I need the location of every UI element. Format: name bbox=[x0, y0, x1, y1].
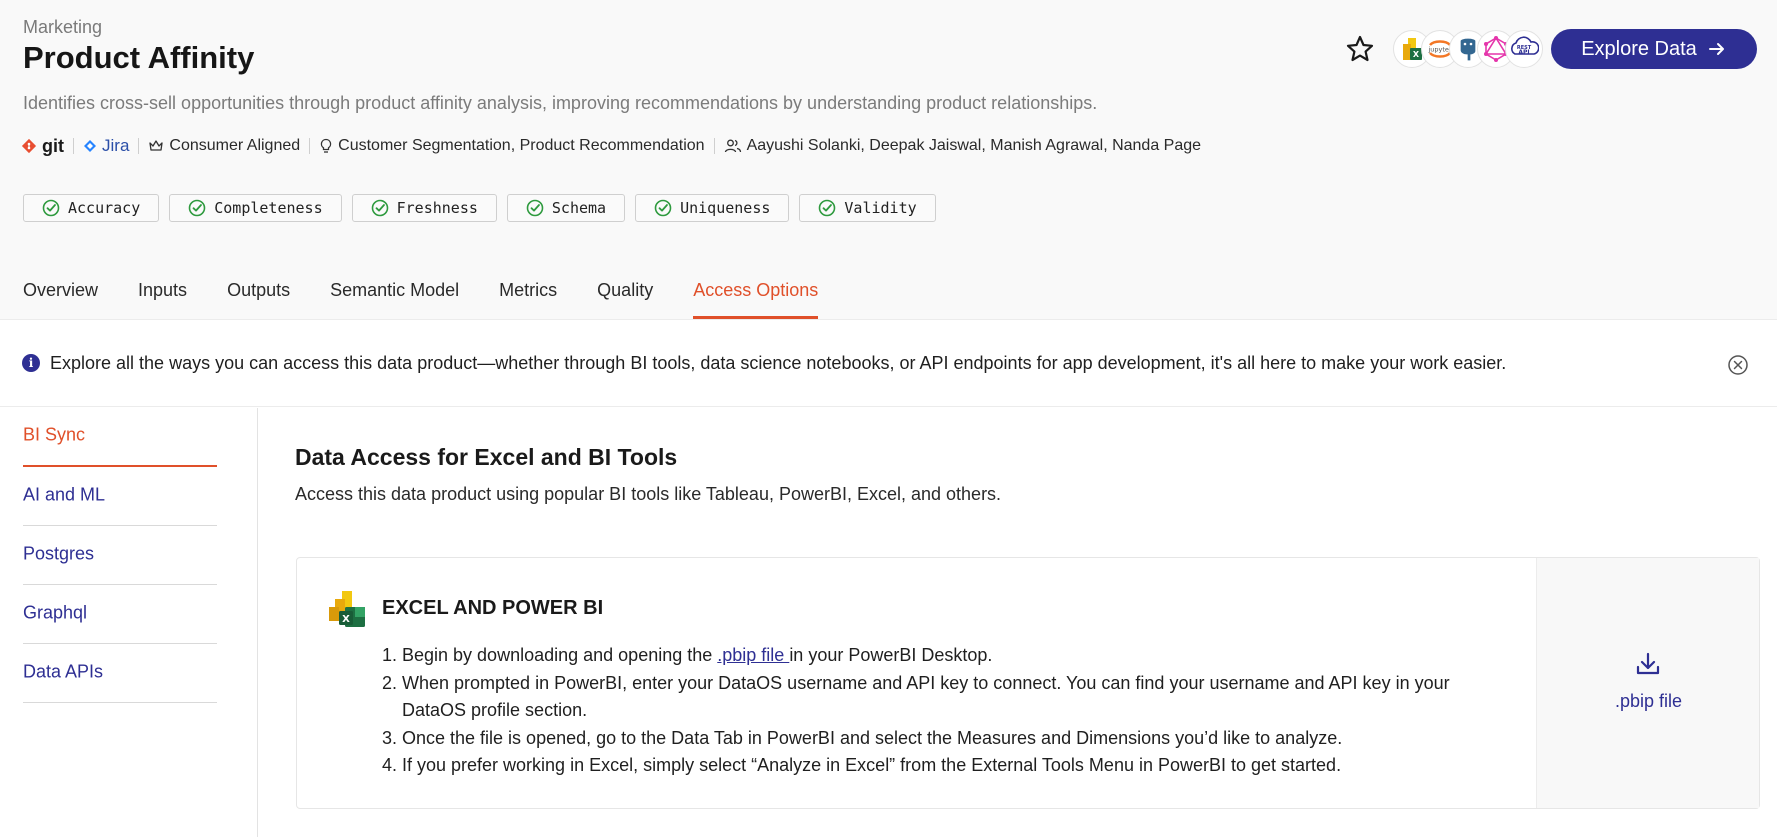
tab-outputs[interactable]: Outputs bbox=[227, 270, 290, 319]
rest-api-tool-icon[interactable]: REST API bbox=[1505, 30, 1543, 68]
jira-link[interactable]: Jira bbox=[83, 136, 129, 156]
step-item: 1. Begin by downloading and opening the .… bbox=[382, 642, 1492, 670]
svg-text:X: X bbox=[1413, 50, 1420, 59]
close-icon[interactable] bbox=[1727, 354, 1749, 376]
git-link[interactable]: git bbox=[21, 136, 64, 157]
divider bbox=[138, 138, 140, 154]
step-number: 1. bbox=[382, 645, 398, 665]
tab-overview[interactable]: Overview bbox=[23, 270, 98, 319]
check-circle-icon bbox=[526, 199, 544, 217]
git-icon bbox=[21, 138, 37, 154]
quality-badges: Accuracy Completeness Freshness Schema U… bbox=[23, 194, 936, 222]
quality-badge[interactable]: Accuracy bbox=[23, 194, 160, 222]
info-icon: i bbox=[22, 354, 40, 372]
info-banner-text: Explore all the ways you can access this… bbox=[50, 353, 1507, 373]
product-description: Identifies cross-sell opportunities thro… bbox=[23, 93, 1098, 113]
breadcrumb[interactable]: Marketing bbox=[23, 17, 102, 38]
sidebar-item-graphql[interactable]: Graphql bbox=[23, 585, 217, 644]
sidebar-item-bi-sync[interactable]: BI Sync bbox=[23, 408, 217, 467]
step-number: 2. bbox=[382, 672, 398, 693]
quality-badge[interactable]: Uniqueness bbox=[635, 194, 790, 222]
instruction-steps: 1. Begin by downloading and opening the .… bbox=[382, 642, 1492, 780]
jira-label: Jira bbox=[102, 136, 130, 155]
tab-metrics[interactable]: Metrics bbox=[499, 270, 557, 319]
download-icon bbox=[1636, 652, 1660, 675]
quality-badge[interactable]: Completeness bbox=[169, 194, 342, 222]
alignment-label: Consumer Aligned bbox=[169, 137, 301, 154]
step-text: If you prefer working in Excel, simply s… bbox=[402, 755, 1342, 775]
divider bbox=[713, 138, 715, 154]
crown-icon bbox=[149, 140, 164, 151]
divider bbox=[309, 138, 311, 154]
quality-badge-label: Validity bbox=[844, 199, 917, 217]
quality-badge-label: Accuracy bbox=[68, 199, 141, 217]
users-icon bbox=[724, 139, 741, 153]
download-pbip-button[interactable]: .pbip file bbox=[1536, 558, 1759, 808]
excel-powerbi-logo-icon: X bbox=[329, 591, 365, 627]
quality-badge-label: Completeness bbox=[214, 199, 323, 217]
arrow-right-icon bbox=[1708, 43, 1724, 55]
access-tools: X jupyter REST API bbox=[1393, 30, 1543, 68]
star-icon[interactable] bbox=[1345, 34, 1375, 64]
sidebar-item-label: Graphql bbox=[23, 602, 88, 623]
step-text: in your PowerBI Desktop. bbox=[789, 645, 993, 665]
check-circle-icon bbox=[42, 199, 60, 217]
owners-tag: Aayushi Solanki, Deepak Jaiswal, Manish … bbox=[724, 137, 1201, 155]
lightbulb-icon bbox=[320, 138, 332, 153]
step-item: 2. When prompted in PowerBI, enter your D… bbox=[382, 670, 1492, 725]
use-cases-label: Customer Segmentation, Product Recommend… bbox=[338, 137, 705, 154]
card-title: EXCEL AND POWER BI bbox=[382, 597, 604, 619]
section-title: Data Access for Excel and BI Tools bbox=[295, 444, 678, 470]
step-number: 3. bbox=[382, 727, 398, 748]
pbip-file-link[interactable]: .pbip file bbox=[717, 645, 789, 665]
tab-access-options[interactable]: Access Options bbox=[693, 270, 819, 319]
access-sidebar: BI Sync AI and ML Postgres Graphql Data … bbox=[0, 408, 258, 837]
explore-data-button[interactable]: Explore Data bbox=[1551, 29, 1757, 69]
step-number: 4. bbox=[382, 755, 398, 775]
sidebar-item-data-apis[interactable]: Data APIs bbox=[23, 644, 217, 703]
step-text: Begin by downloading and opening the bbox=[402, 645, 718, 665]
tab-inputs[interactable]: Inputs bbox=[138, 270, 187, 319]
step-text: When prompted in PowerBI, enter your Dat… bbox=[402, 672, 1450, 721]
divider bbox=[73, 138, 74, 154]
product-meta: git Jira Consumer Aligned Customer Segme… bbox=[21, 135, 1201, 157]
sidebar-item-label: Postgres bbox=[23, 543, 95, 564]
quality-badge[interactable]: Validity bbox=[799, 194, 936, 222]
step-item: 3. Once the file is opened, go to the Dat… bbox=[382, 725, 1492, 753]
check-circle-icon bbox=[819, 199, 836, 217]
quality-badge-label: Freshness bbox=[396, 199, 478, 217]
explore-data-label: Explore Data bbox=[1581, 37, 1697, 60]
api-text: API bbox=[1518, 49, 1529, 56]
quality-badge-label: Uniqueness bbox=[680, 199, 771, 217]
owners-label: Aayushi Solanki, Deepak Jaiswal, Manish … bbox=[746, 137, 1202, 154]
section-subtitle: Access this data product using popular B… bbox=[295, 484, 1002, 504]
info-banner: i Explore all the ways you can access th… bbox=[0, 319, 1777, 407]
use-case-tag: Customer Segmentation, Product Recommend… bbox=[319, 137, 705, 155]
tab-quality[interactable]: Quality bbox=[597, 270, 653, 319]
sidebar-item-label: BI Sync bbox=[23, 424, 86, 445]
quality-badge[interactable]: Freshness bbox=[351, 194, 497, 222]
check-circle-icon bbox=[371, 199, 388, 217]
step-item: 4. If you prefer working in Excel, simply… bbox=[382, 752, 1492, 780]
jira-icon bbox=[84, 140, 96, 152]
page-title: Product Affinity bbox=[23, 40, 255, 75]
quality-badge-label: Schema bbox=[551, 199, 607, 217]
product-header: Marketing Product Affinity Identifies cr… bbox=[0, 0, 1777, 319]
sidebar-item-label: Data APIs bbox=[23, 661, 104, 682]
check-circle-icon bbox=[188, 199, 206, 217]
check-circle-icon bbox=[654, 199, 672, 217]
download-label: .pbip file bbox=[1614, 691, 1683, 711]
sidebar-item-ai-ml[interactable]: AI and ML bbox=[23, 467, 217, 526]
git-label: git bbox=[42, 135, 64, 156]
logo-letter: X bbox=[342, 614, 350, 625]
alignment-tag: Consumer Aligned bbox=[148, 137, 300, 155]
quality-badge[interactable]: Schema bbox=[506, 194, 626, 222]
excel-powerbi-card: X EXCEL AND POWER BI 1. Begin by download… bbox=[296, 557, 1760, 809]
step-text: Once the file is opened, go to the Data … bbox=[402, 727, 1343, 748]
sidebar-item-postgres[interactable]: Postgres bbox=[23, 526, 217, 585]
tab-semantic-model[interactable]: Semantic Model bbox=[330, 270, 459, 319]
sidebar-item-label: AI and ML bbox=[23, 484, 106, 505]
tab-bar: Overview Inputs Outputs Semantic Model M… bbox=[23, 270, 858, 319]
